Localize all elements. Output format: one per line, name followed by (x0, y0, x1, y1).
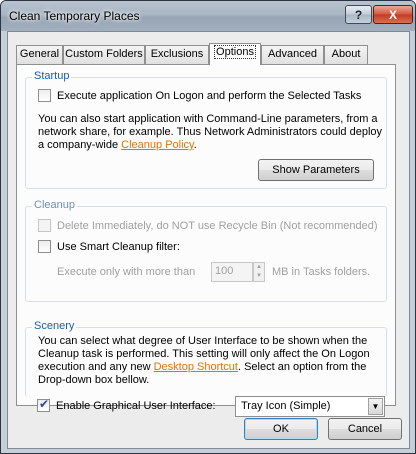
scenery-description: You can select what degree of User Inter… (38, 335, 370, 386)
help-button[interactable]: ? (345, 5, 372, 24)
enable-gui-row[interactable]: Enable Graphical User Interface: (37, 397, 216, 412)
dialog-window: Clean Temporary Places ? X General Custo… (0, 0, 416, 454)
mb-threshold-spinner: ▲ ▼ (253, 262, 265, 282)
spin-up-icon: ▲ (256, 264, 262, 270)
cleanup-group-label: Cleanup (32, 199, 77, 211)
ui-mode-dropdown[interactable]: Tray Icon (Simple) ▼ (235, 396, 385, 417)
tab-custom-folders[interactable]: Custom Folders (63, 45, 145, 64)
execute-prefix-label: Execute only with more than (57, 266, 196, 278)
smart-cleanup-checkbox[interactable] (38, 240, 51, 253)
tab-advanced[interactable]: Advanced (261, 45, 324, 64)
scenery-group-label: Scenery (32, 320, 77, 332)
show-parameters-button[interactable]: Show Parameters (258, 159, 374, 181)
mb-threshold-input: 100 (211, 262, 253, 282)
tab-general[interactable]: General (16, 45, 63, 64)
options-panel: Startup Execute application On Logon and… (16, 64, 396, 417)
logon-checkbox-row[interactable]: Execute application On Logon and perform… (38, 89, 361, 102)
spin-down-icon: ▼ (256, 273, 262, 279)
desktop-shortcut-link[interactable]: Desktop Shortcut (154, 361, 238, 373)
close-button[interactable]: X (373, 5, 413, 24)
dialog-client: General Custom Folders Exclusions Option… (7, 31, 410, 449)
window-title: Clean Temporary Places (9, 9, 140, 23)
delete-immediately-checkbox (38, 219, 51, 232)
enable-gui-checkbox[interactable] (37, 397, 50, 412)
ok-button[interactable]: OK (244, 418, 318, 440)
startup-group-label: Startup (32, 70, 72, 82)
cancel-button[interactable]: Cancel (328, 418, 402, 440)
enable-gui-label: Enable Graphical User Interface: (56, 399, 216, 412)
tab-options[interactable]: Options (209, 43, 261, 65)
title-bar[interactable]: Clean Temporary Places ? X (1, 1, 415, 31)
scenery-group: Scenery You can select what degree of Us… (25, 320, 387, 397)
startup-description: You can also start application with Comm… (38, 113, 383, 151)
execute-suffix-label: MB in Tasks folders. (272, 266, 371, 278)
cleanup-group: Cleanup Delete Immediately, do NOT use R… (25, 199, 387, 302)
startup-group: Startup Execute application On Logon and… (25, 70, 387, 189)
cleanup-policy-link[interactable]: Cleanup Policy (121, 139, 194, 151)
logon-checkbox-label: Execute application On Logon and perform… (57, 89, 362, 102)
delete-immediately-row: Delete Immediately, do NOT use Recycle B… (38, 219, 378, 232)
chevron-down-icon[interactable]: ▼ (368, 398, 383, 415)
logon-checkbox[interactable] (38, 89, 51, 102)
tab-exclusions[interactable]: Exclusions (145, 45, 209, 64)
delete-immediately-label: Delete Immediately, do NOT use Recycle B… (57, 219, 378, 232)
smart-cleanup-label: Use Smart Cleanup filter: (57, 240, 180, 253)
smart-cleanup-row[interactable]: Use Smart Cleanup filter: (38, 240, 180, 253)
tab-about[interactable]: About (324, 45, 368, 64)
ui-mode-value: Tray Icon (Simple) (241, 400, 331, 412)
